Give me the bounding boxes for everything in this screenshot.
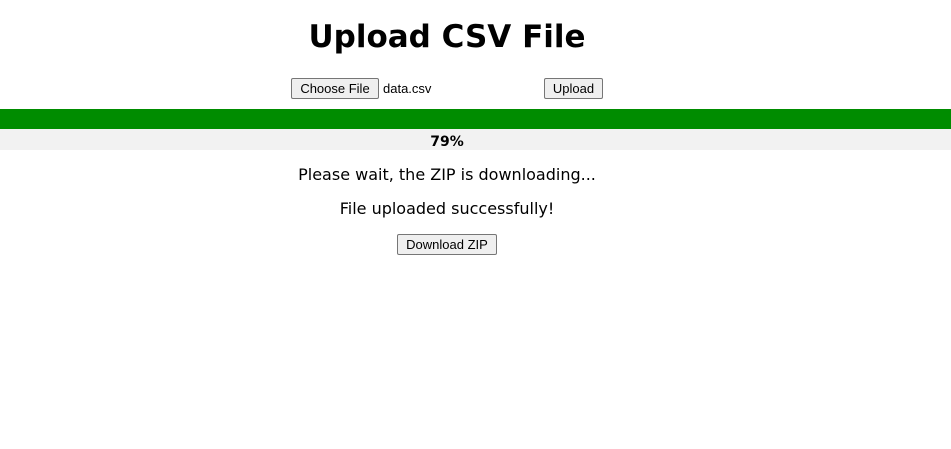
upload-success-message: File uploaded successfully! <box>339 199 555 218</box>
page-title: Upload CSV File <box>308 19 586 55</box>
selected-file-name: data.csv <box>383 81 432 96</box>
download-zip-button[interactable]: Download ZIP <box>397 234 497 255</box>
choose-file-button[interactable]: Choose File <box>291 78 379 99</box>
upload-page: Upload CSV File Choose File data.csv Upl… <box>0 0 951 449</box>
download-wait-message: Please wait, the ZIP is downloading... <box>298 165 596 184</box>
upload-form: Choose File data.csv Upload <box>291 78 603 99</box>
upload-button[interactable]: Upload <box>544 78 603 99</box>
progress-percent-label: 79% <box>430 134 464 150</box>
progress-fill <box>0 109 951 129</box>
progress-bar: 79% <box>0 109 951 150</box>
